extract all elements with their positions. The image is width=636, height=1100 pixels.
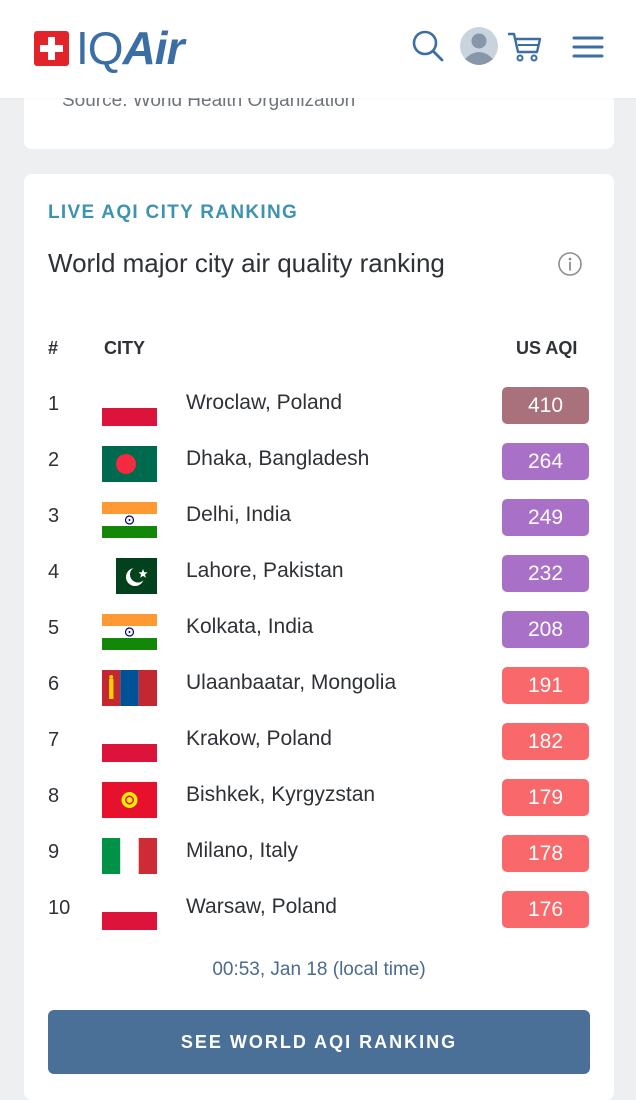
- ranking-list: 1 Wroclaw, Poland 410 2 Dhaka, Banglades…: [24, 376, 614, 936]
- section-eyebrow: LIVE AQI CITY RANKING: [48, 202, 299, 223]
- menu-icon[interactable]: [569, 26, 609, 66]
- city-name[interactable]: Dhaka, Bangladesh: [186, 447, 369, 471]
- column-header-rank: #: [48, 338, 59, 358]
- aqi-badge: 232: [502, 555, 589, 592]
- ranking-row[interactable]: 1 Wroclaw, Poland 410: [24, 376, 614, 432]
- poland-flag-icon: [102, 894, 157, 930]
- city-name[interactable]: Lahore, Pakistan: [186, 559, 344, 583]
- ranking-row[interactable]: 6 Ulaanbaatar, Mongolia 191: [24, 656, 614, 712]
- info-icon[interactable]: [557, 251, 583, 277]
- ranking-row[interactable]: 9 Milano, Italy 178: [24, 824, 614, 880]
- aqi-badge: 208: [502, 611, 589, 648]
- column-header-aqi: US AQI: [516, 338, 578, 358]
- rank-number: 4: [48, 561, 60, 583]
- poland-flag-icon: [102, 390, 157, 426]
- aqi-badge: 191: [502, 667, 589, 704]
- aqi-badge: 179: [502, 779, 589, 816]
- india-flag-icon: [102, 614, 157, 650]
- aqi-badge: 264: [502, 443, 589, 480]
- ranking-row[interactable]: 4 Lahore, Pakistan 232: [24, 544, 614, 600]
- city-name[interactable]: Milano, Italy: [186, 839, 298, 863]
- user-avatar-icon[interactable]: [459, 26, 499, 66]
- rank-number: 1: [48, 393, 60, 415]
- city-name[interactable]: Wroclaw, Poland: [186, 391, 342, 415]
- rank-number: 5: [48, 617, 60, 639]
- ranking-row[interactable]: 8 Bishkek, Kyrgyzstan 179: [24, 768, 614, 824]
- city-name[interactable]: Delhi, India: [186, 503, 291, 527]
- rank-number: 9: [48, 841, 60, 863]
- update-timestamp: 00:53, Jan 18 (local time): [212, 959, 426, 980]
- column-header-city: CITY: [104, 338, 146, 358]
- see-world-ranking-button[interactable]: SEE WORLD AQI RANKING: [48, 1010, 590, 1074]
- italy-flag-icon: [102, 838, 157, 874]
- swiss-flag-icon: [34, 30, 69, 66]
- ranking-row[interactable]: 5 Kolkata, India 208: [24, 600, 614, 656]
- aqi-badge: 176: [502, 891, 589, 928]
- rank-number: 7: [48, 729, 60, 751]
- poland-flag-icon: [102, 726, 157, 762]
- city-name[interactable]: Bishkek, Kyrgyzstan: [186, 783, 375, 807]
- rank-number: 10: [48, 897, 71, 919]
- ranking-row[interactable]: 3 Delhi, India 249: [24, 488, 614, 544]
- kyrgyzstan-flag-icon: [102, 782, 157, 818]
- aqi-badge: 249: [502, 499, 589, 536]
- aqi-badge: 410: [502, 387, 589, 424]
- pakistan-flag-icon: [102, 558, 157, 594]
- rank-number: 6: [48, 673, 60, 695]
- mongolia-flag-icon: [102, 670, 157, 706]
- aqi-badge: 178: [502, 835, 589, 872]
- rank-number: 8: [48, 785, 60, 807]
- city-name[interactable]: Warsaw, Poland: [186, 895, 337, 919]
- bangladesh-flag-icon: [102, 446, 157, 482]
- aqi-ranking-card: LIVE AQI CITY RANKING World major city a…: [24, 174, 614, 1100]
- rank-number: 3: [48, 505, 60, 527]
- search-icon[interactable]: [408, 26, 448, 66]
- site-header: IQAir: [0, 0, 636, 98]
- rank-number: 2: [48, 449, 60, 471]
- india-flag-icon: [102, 502, 157, 538]
- aqi-badge: 182: [502, 723, 589, 760]
- ranking-row[interactable]: 7 Krakow, Poland 182: [24, 712, 614, 768]
- ranking-row[interactable]: 2 Dhaka, Bangladesh 264: [24, 432, 614, 488]
- iqair-logo[interactable]: IQAir: [34, 22, 184, 74]
- city-name[interactable]: Ulaanbaatar, Mongolia: [186, 671, 396, 695]
- brand-name: IQAir: [76, 22, 184, 74]
- cart-icon[interactable]: [505, 26, 545, 66]
- section-title: World major city air quality ranking: [48, 248, 445, 278]
- ranking-row[interactable]: 10 Warsaw, Poland 176: [24, 880, 614, 936]
- city-name[interactable]: Krakow, Poland: [186, 727, 332, 751]
- city-name[interactable]: Kolkata, India: [186, 615, 313, 639]
